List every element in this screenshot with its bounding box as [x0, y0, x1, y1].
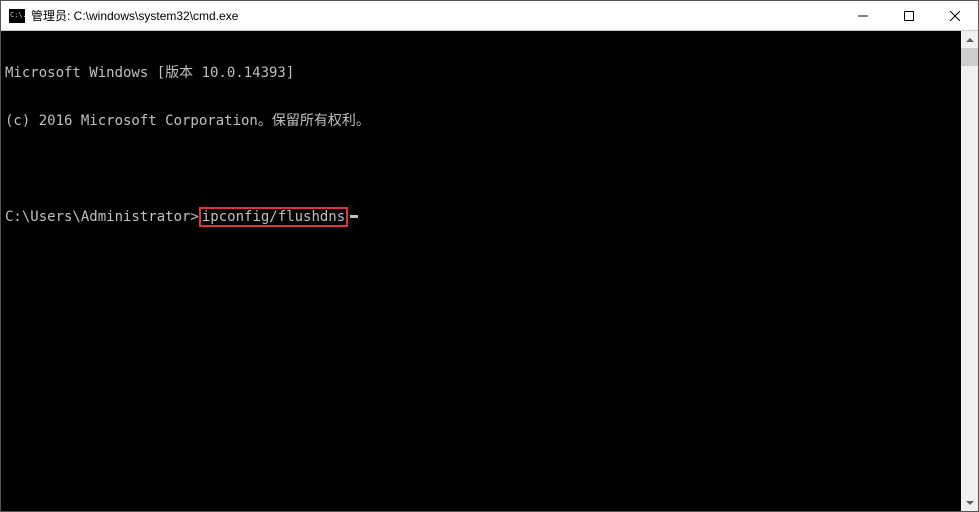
- window-controls: [840, 1, 978, 30]
- blank-line: [5, 161, 957, 177]
- close-button[interactable]: [932, 1, 978, 30]
- maximize-button[interactable]: [886, 1, 932, 30]
- scroll-track[interactable]: [961, 48, 978, 494]
- chevron-up-icon: [966, 38, 974, 42]
- copyright-line: (c) 2016 Microsoft Corporation。保留所有权利。: [5, 113, 957, 129]
- cmd-icon-text: C:\.: [10, 12, 27, 19]
- minimize-icon: [858, 11, 868, 21]
- terminal-output[interactable]: Microsoft Windows [版本 10.0.14393] (c) 20…: [1, 31, 961, 511]
- scroll-up-button[interactable]: [961, 31, 978, 48]
- window-title: 管理员: C:\windows\system32\cmd.exe: [31, 7, 840, 24]
- text-cursor: [350, 215, 358, 218]
- chevron-down-icon: [966, 501, 974, 505]
- minimize-button[interactable]: [840, 1, 886, 30]
- cmd-window: C:\. 管理员: C:\windows\system32\cmd.exe: [0, 0, 979, 512]
- prompt-text: C:\Users\Administrator>: [5, 209, 199, 225]
- vertical-scrollbar[interactable]: [961, 31, 978, 511]
- typed-command: ipconfig/flushdns: [202, 209, 345, 225]
- scroll-down-button[interactable]: [961, 494, 978, 511]
- scroll-thumb[interactable]: [961, 48, 978, 66]
- command-highlight: ipconfig/flushdns: [199, 207, 348, 227]
- content-area: Microsoft Windows [版本 10.0.14393] (c) 20…: [1, 31, 978, 511]
- close-icon: [950, 11, 960, 21]
- maximize-icon: [904, 11, 914, 21]
- version-line: Microsoft Windows [版本 10.0.14393]: [5, 65, 957, 81]
- prompt-line: C:\Users\Administrator>ipconfig/flushdns: [5, 209, 957, 225]
- titlebar[interactable]: C:\. 管理员: C:\windows\system32\cmd.exe: [1, 1, 978, 31]
- cmd-icon: C:\.: [9, 9, 25, 23]
